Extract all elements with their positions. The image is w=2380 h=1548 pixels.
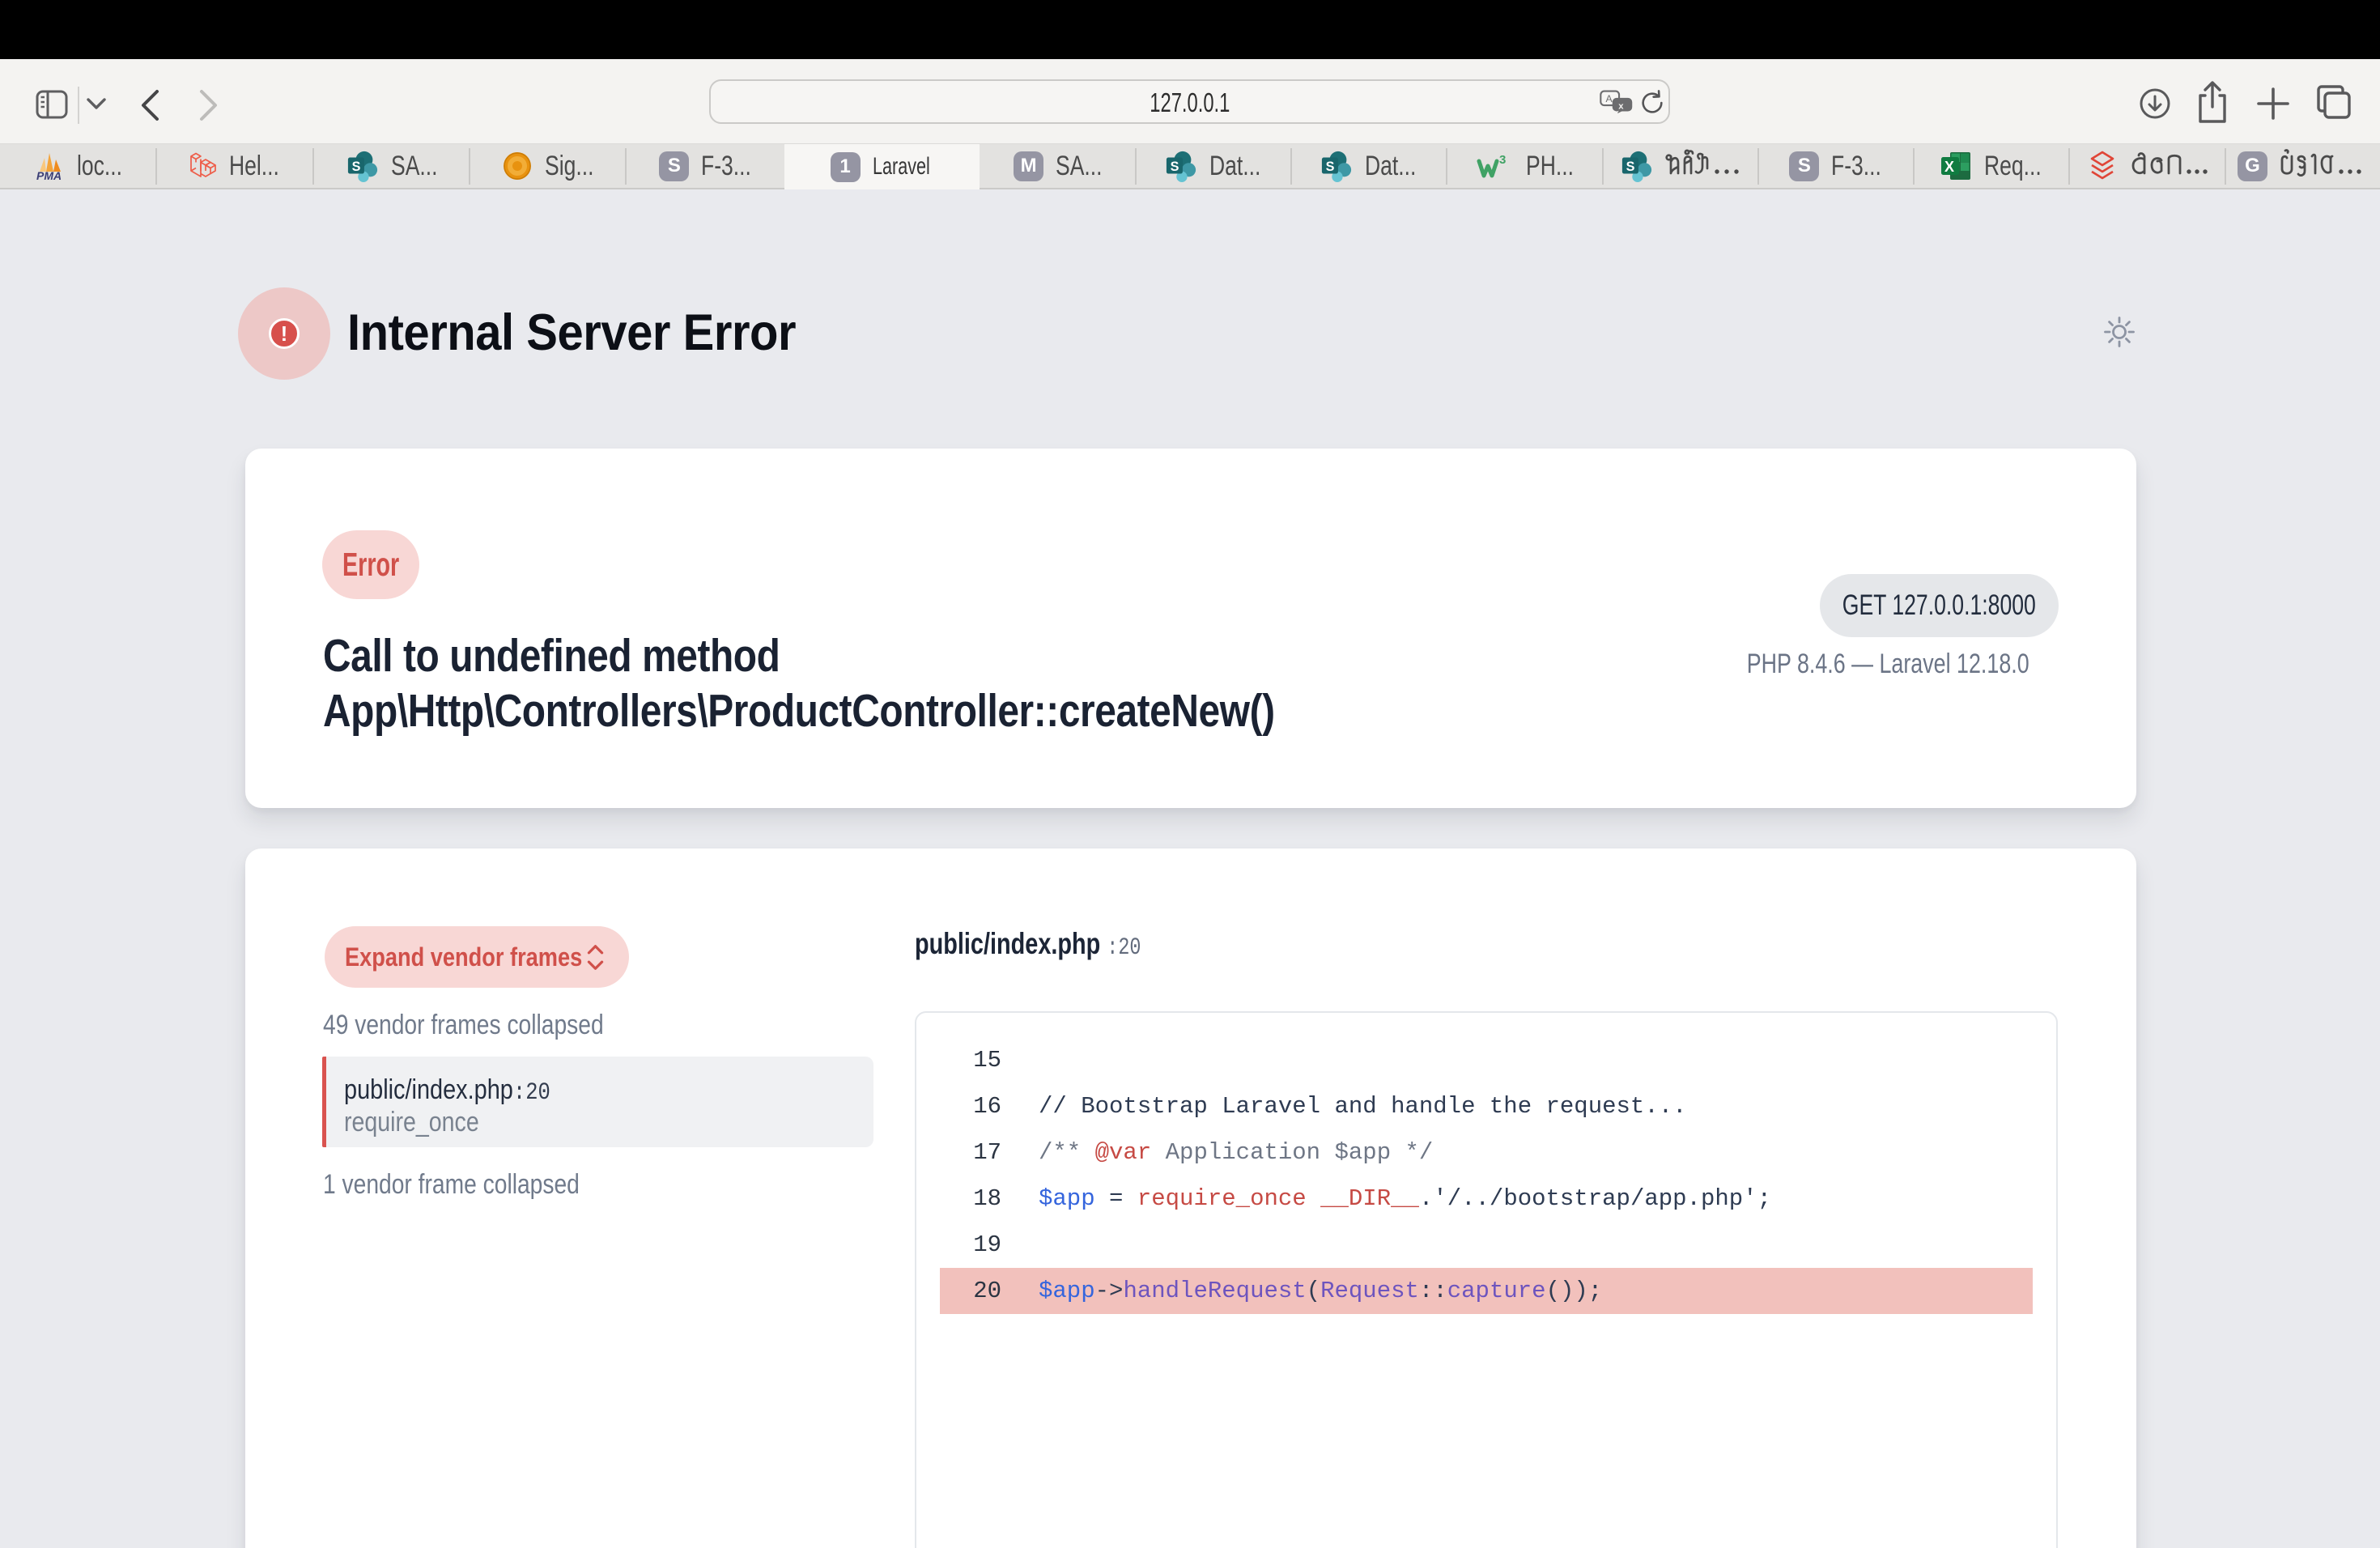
svg-text:A: A xyxy=(1605,93,1613,104)
svg-text:3: 3 xyxy=(1499,153,1506,167)
svg-text:PMA: PMA xyxy=(36,169,62,181)
svg-text:S: S xyxy=(1626,159,1634,174)
svg-text:S: S xyxy=(1171,159,1179,174)
svg-text:S: S xyxy=(351,159,360,174)
svg-text:X: X xyxy=(1944,159,1954,175)
svg-text:x: x xyxy=(1618,101,1624,111)
svg-text:S: S xyxy=(1326,159,1335,174)
